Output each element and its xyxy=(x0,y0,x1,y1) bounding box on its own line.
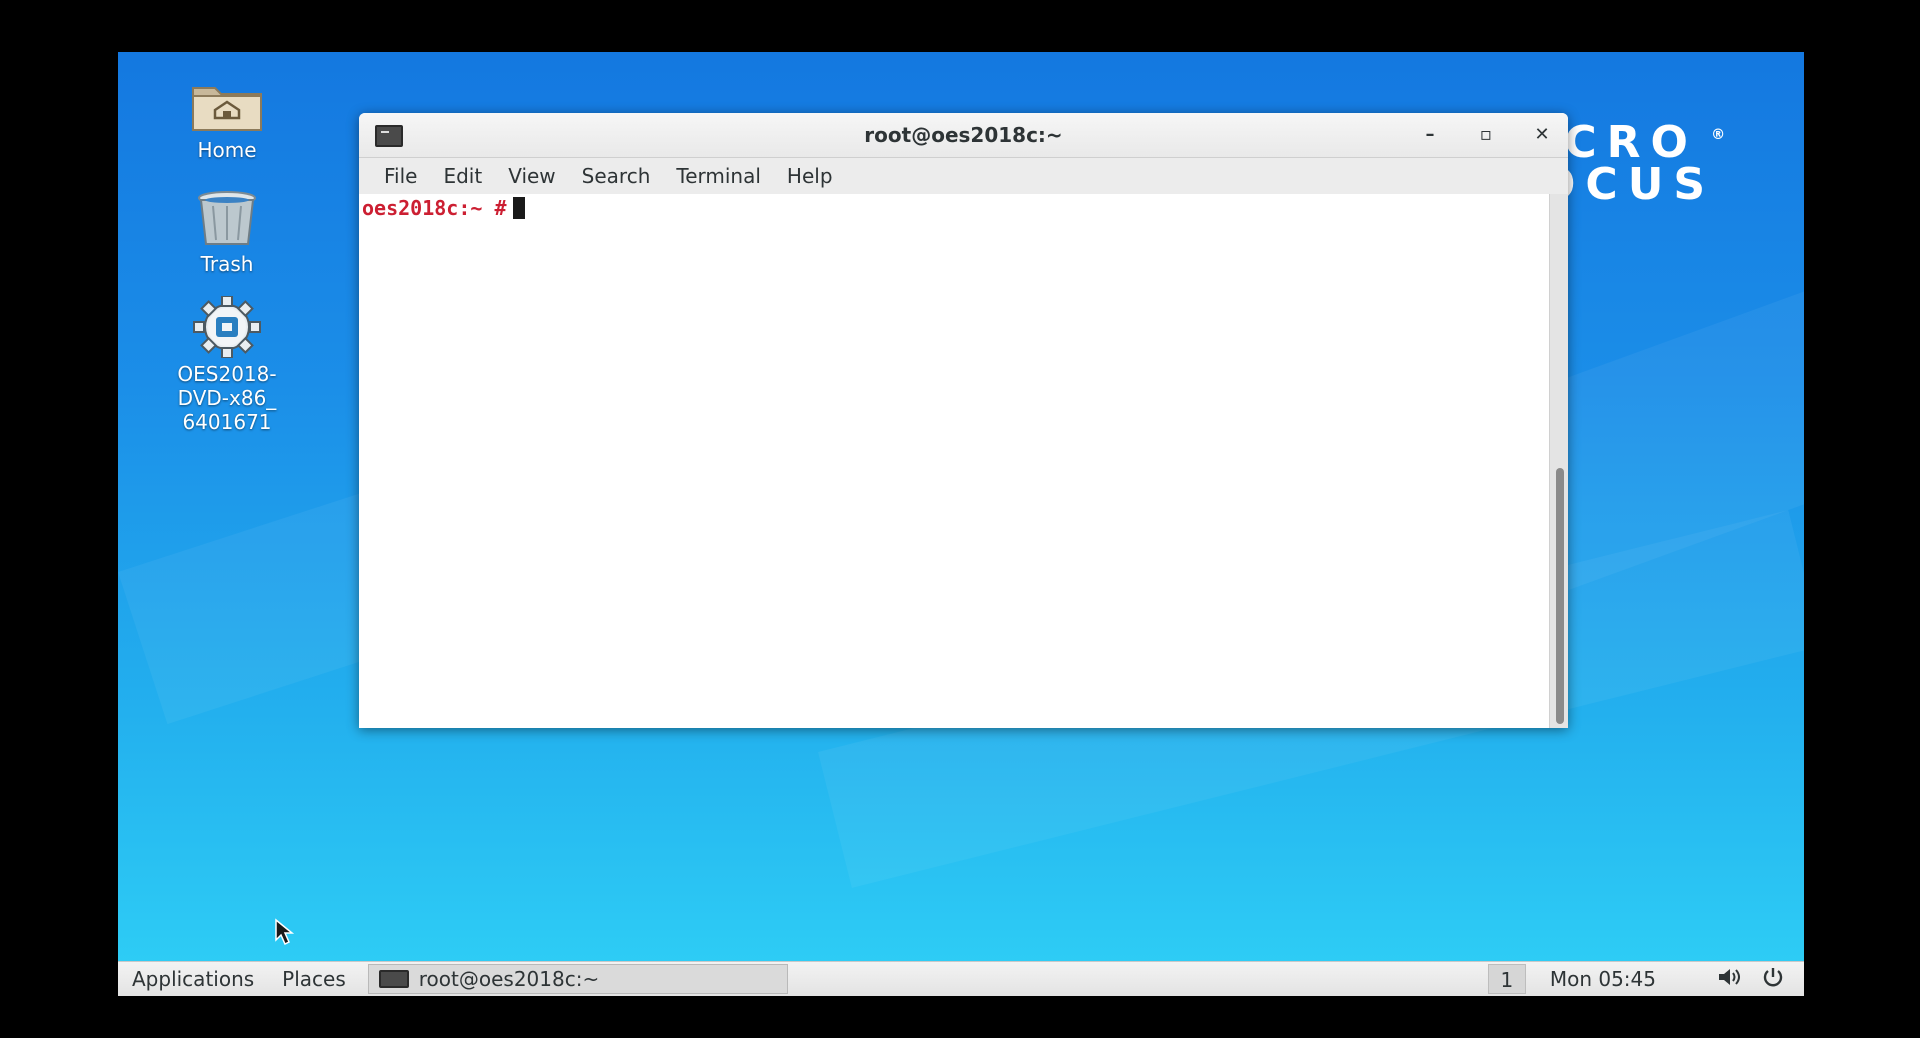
window-titlebar[interactable]: root@oes2018c:~ – ▫ ✕ xyxy=(359,113,1568,158)
desktop-icon-trash[interactable]: Trash xyxy=(152,190,302,276)
minimize-button[interactable]: – xyxy=(1416,121,1444,149)
disc-drive-gear-icon xyxy=(193,296,261,358)
menu-view[interactable]: View xyxy=(495,164,568,188)
scrollbar-thumb[interactable] xyxy=(1556,468,1564,724)
mouse-pointer-icon xyxy=(275,918,295,946)
terminal-icon xyxy=(378,970,409,988)
taskbar-window-button[interactable]: root@oes2018c:~ xyxy=(367,964,788,994)
prompt-line: oes2018c:~ # xyxy=(362,196,525,220)
workspace-switcher[interactable]: 1 xyxy=(1487,964,1526,994)
menu-bar: File Edit View Search Terminal Help xyxy=(359,158,1568,195)
clock[interactable]: Mon 05:45 xyxy=(1550,967,1656,991)
desktop: ICRO OCUS ® Home Trash OES2018-DVD-x86_ … xyxy=(118,52,1804,996)
menu-help[interactable]: Help xyxy=(774,164,846,188)
taskbar-window-label: root@oes2018c:~ xyxy=(418,967,600,991)
desktop-icon-label: Home xyxy=(197,138,257,162)
taskbar-tray: 1 Mon 05:45 xyxy=(1487,962,1804,996)
terminal-window[interactable]: root@oes2018c:~ – ▫ ✕ File Edit View Sea… xyxy=(359,113,1568,728)
close-icon: ✕ xyxy=(1534,124,1550,145)
maximize-icon: ▫ xyxy=(1479,124,1493,145)
places-menu[interactable]: Places xyxy=(268,967,360,991)
power-icon[interactable] xyxy=(1760,966,1786,993)
desktop-icon-home[interactable]: Home xyxy=(152,78,302,162)
menu-search[interactable]: Search xyxy=(569,164,664,188)
applications-menu[interactable]: Applications xyxy=(118,967,268,991)
desktop-icon-label: Trash xyxy=(200,252,254,276)
registered-mark: ® xyxy=(1711,127,1726,143)
volume-icon[interactable] xyxy=(1716,967,1742,992)
desktop-icon-label: OES2018-DVD-x86_ 6401671 xyxy=(177,362,277,434)
terminal-content[interactable]: oes2018c:~ # xyxy=(359,194,1550,728)
shell-prompt: oes2018c:~ # xyxy=(362,196,507,220)
menu-edit[interactable]: Edit xyxy=(430,164,495,188)
menu-terminal[interactable]: Terminal xyxy=(663,164,774,188)
taskbar: Applications Places root@oes2018c:~ 1 Mo… xyxy=(118,961,1804,996)
home-folder-icon xyxy=(192,87,262,131)
trash-icon xyxy=(198,191,256,245)
close-button[interactable]: ✕ xyxy=(1528,121,1556,149)
menu-file[interactable]: File xyxy=(371,164,430,188)
vertical-scrollbar[interactable] xyxy=(1549,194,1568,728)
text-cursor xyxy=(512,197,525,219)
window-title: root@oes2018c:~ xyxy=(864,123,1063,147)
minimize-icon: – xyxy=(1425,124,1435,145)
desktop-icon-dvd[interactable]: OES2018-DVD-x86_ 6401671 xyxy=(152,296,302,434)
maximize-button[interactable]: ▫ xyxy=(1472,121,1500,149)
